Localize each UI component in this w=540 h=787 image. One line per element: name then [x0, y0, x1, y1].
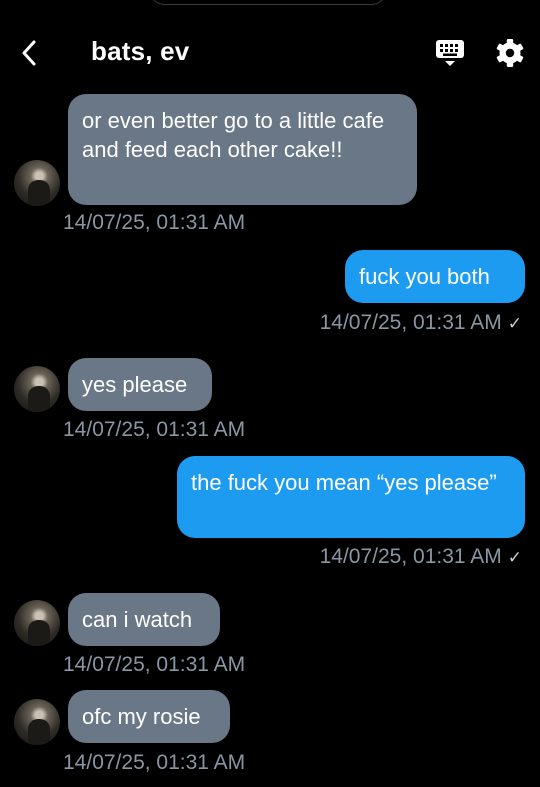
message-bubble-outgoing[interactable]: the fuck you mean “yes please”	[177, 456, 525, 538]
message-timestamp: 14/07/25, 01:31 AM	[319, 545, 502, 568]
message-meta: 14/07/25, 01:31 AM ✓	[320, 311, 522, 335]
keyboard-icon	[436, 40, 464, 66]
message-text: yes please	[82, 372, 188, 397]
settings-button[interactable]	[494, 37, 526, 69]
avatar[interactable]	[14, 366, 60, 412]
message-text: fuck you both	[359, 264, 490, 289]
message-timestamp: 14/07/25, 01:31 AM	[319, 311, 502, 334]
avatar[interactable]	[14, 699, 60, 745]
message-bubble-incoming[interactable]: yes please	[68, 358, 212, 411]
message-text: the fuck you mean “yes please”	[191, 470, 497, 495]
message-text: ofc my rosie	[82, 704, 201, 729]
message-bubble-incoming[interactable]: can i watch	[68, 593, 220, 646]
message-text: or even better go to a little cafe and f…	[82, 108, 385, 162]
message-timestamp: 14/07/25, 01:31 AM	[63, 751, 246, 774]
chevron-left-icon	[22, 40, 36, 66]
message-timestamp: 14/07/25, 01:31 AM	[63, 418, 246, 441]
back-button[interactable]	[12, 34, 46, 72]
chat-header: bats, ev	[0, 0, 540, 92]
sent-check-icon: ✓	[507, 314, 522, 333]
sent-check-icon: ✓	[507, 548, 522, 567]
avatar[interactable]	[14, 160, 60, 206]
message-bubble-incoming[interactable]: ofc my rosie	[68, 690, 230, 743]
message-bubble-outgoing[interactable]: fuck you both	[345, 250, 525, 303]
avatar[interactable]	[14, 600, 60, 646]
conversation-title[interactable]: bats, ev	[91, 36, 189, 67]
keyboard-button[interactable]	[434, 38, 466, 68]
message-timestamp: 14/07/25, 01:31 AM	[63, 653, 246, 676]
message-text: can i watch	[82, 607, 193, 632]
gear-icon	[496, 39, 524, 67]
message-timestamp: 14/07/25, 01:31 AM	[63, 211, 246, 234]
message-bubble-incoming[interactable]: or even better go to a little cafe and f…	[68, 94, 417, 205]
message-meta: 14/07/25, 01:31 AM ✓	[320, 545, 522, 569]
